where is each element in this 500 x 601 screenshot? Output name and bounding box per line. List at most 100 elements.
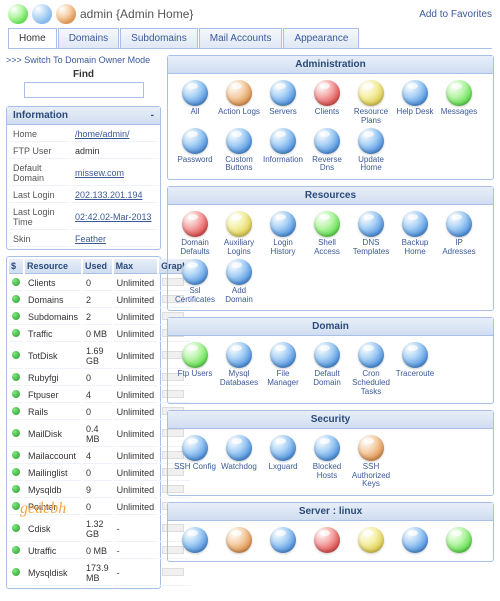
icon-item-custom-buttons[interactable]: Custom Buttons [218,128,260,174]
icon-item-lxguard[interactable]: Lxguard [262,435,304,489]
icon-label: Ftp Users [174,370,216,379]
icon-item-cron-scheduled-tasks[interactable]: Cron Scheduled Tasks [350,342,392,396]
status-dot [12,312,20,320]
icon-item-action-logs[interactable]: Action Logs [218,80,260,126]
app-icon [270,211,296,237]
icon-item-file-manager[interactable]: File Manager [262,342,304,396]
app-icon [402,527,428,553]
app-icon [358,527,384,553]
info-row: Last Login Time02:42.02-Mar-2013 [9,205,158,230]
icon-item-item[interactable] [438,527,480,555]
icon-item-ssh-authorized-keys[interactable]: SSH Authorized Keys [350,435,392,489]
app-icon [226,527,252,553]
icon-item-help-desk[interactable]: Help Desk [394,80,436,126]
tab-appearance[interactable]: Appearance [283,28,359,48]
tab-mail-accounts[interactable]: Mail Accounts [199,28,283,48]
icon-item-login-history[interactable]: Login History [262,211,304,257]
icon-item-servers[interactable]: Servers [262,80,304,126]
icon-item-blocked-hosts[interactable]: Blocked Hosts [306,435,348,489]
icon-label: Clients [306,108,348,117]
section-domain: DomainFtp UsersMysql DatabasesFile Manag… [167,317,494,403]
icon-label: Custom Buttons [218,156,260,174]
resource-row: Ftpuser4Unlimited [9,388,190,403]
icon-label: Traceroute [394,370,436,379]
app-icon [446,80,472,106]
icon-item-item[interactable] [350,527,392,555]
status-dot [12,329,20,337]
tab-domains[interactable]: Domains [58,28,119,48]
icon-item-add-domain[interactable]: Add Domain [218,259,260,305]
icon-item-domain-defaults[interactable]: Domain Defaults [174,211,216,257]
icon-item-ssl-certificates[interactable]: Ssl Certificates [174,259,216,305]
section-server-linux: Server : linux [167,502,494,562]
icon-item-resource-plans[interactable]: Resource Plans [350,80,392,126]
add-favorites-link[interactable]: Add to Favorites [419,9,492,20]
icon-label: Auxiliary Logins [218,239,260,257]
icon-label: IP Adresses [438,239,480,257]
icon-item-information[interactable]: Information [262,128,304,174]
icon-item-default-domain[interactable]: Default Domain [306,342,348,396]
icon-label: SSH Config [174,463,216,472]
icon-item-dns-templates[interactable]: DNS Templates [350,211,392,257]
app-icon [314,80,340,106]
info-row: Default Domainmissew.com [9,161,158,186]
status-dot [12,429,20,437]
icon-item-item[interactable] [394,527,436,555]
app-icon [182,128,208,154]
icon-item-messages[interactable]: Messages [438,80,480,126]
icon-item-mysql-databases[interactable]: Mysql Databases [218,342,260,396]
status-dot [12,407,20,415]
app-icon [358,128,384,154]
icon-item-auxiliary-logins[interactable]: Auxiliary Logins [218,211,260,257]
icon-item-ftp-users[interactable]: Ftp Users [174,342,216,396]
icon-item-item[interactable] [174,527,216,555]
app-icon [314,128,340,154]
icon-item-item[interactable] [306,527,348,555]
info-link[interactable]: 02:42.02-Mar-2013 [75,212,152,222]
app-icon [270,435,296,461]
icon-label: Default Domain [306,370,348,388]
icon-label: SSH Authorized Keys [350,463,392,489]
icon-label: Backup Home [394,239,436,257]
icon-item-password[interactable]: Password [174,128,216,174]
app-icon [270,80,296,106]
icon-item-update-home[interactable]: Update Home [350,128,392,174]
info-link[interactable]: missew.com [75,168,124,178]
app-icon [182,259,208,285]
icon-label: Lxguard [262,463,304,472]
find-input[interactable] [24,82,144,98]
info-link[interactable]: Feather [75,234,106,244]
icon-item-ssh-config[interactable]: SSH Config [174,435,216,489]
tab-home[interactable]: Home [8,28,57,48]
icon-item-backup-home[interactable]: Backup Home [394,211,436,257]
find-box: Find [6,69,161,98]
icon-item-ip-adresses[interactable]: IP Adresses [438,211,480,257]
status-dot [12,546,20,554]
info-link[interactable]: /home/admin/ [75,129,130,139]
tab-subdomains[interactable]: Subdomains [120,28,198,48]
header: admin {Admin Home} Add to Favorites [0,0,500,28]
icon-item-all[interactable]: All [174,80,216,126]
header-left: admin {Admin Home} [8,4,193,24]
logo-icon-3 [56,4,76,24]
resource-row: Utraffic0 MB- [9,544,190,559]
resource-row: Clients0Unlimited [9,276,190,291]
icon-label: Update Home [350,156,392,174]
icon-item-traceroute[interactable]: Traceroute [394,342,436,396]
info-link[interactable]: 202.133.201.194 [75,190,143,200]
icon-label: File Manager [262,370,304,388]
resource-row: Rubyfgi0Unlimited [9,371,190,386]
icon-item-clients[interactable]: Clients [306,80,348,126]
icon-item-watchdog[interactable]: Watchdog [218,435,260,489]
icon-item-shell-access[interactable]: Shell Access [306,211,348,257]
icon-label: Reverse Dns [306,156,348,174]
icon-label: Cron Scheduled Tasks [350,370,392,396]
section-header: Security [168,411,493,429]
tab-bar: HomeDomainsSubdomainsMail AccountsAppear… [8,28,492,49]
icon-item-item[interactable] [218,527,260,555]
switch-mode-link[interactable]: >>> Switch To Domain Owner Mode [6,55,161,65]
icon-label: Messages [438,108,480,117]
icon-item-item[interactable] [262,527,304,555]
find-label: Find [6,69,161,80]
icon-item-reverse-dns[interactable]: Reverse Dns [306,128,348,174]
